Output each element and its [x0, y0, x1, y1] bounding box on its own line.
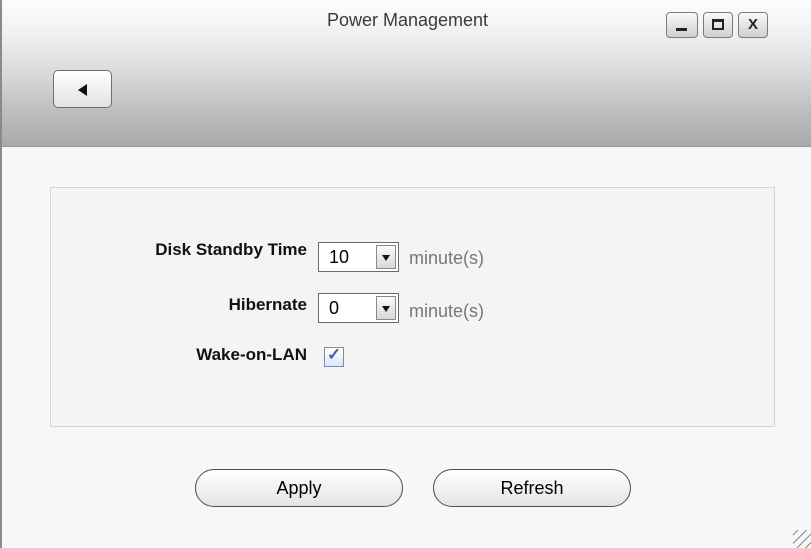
wake-on-lan-checkbox[interactable]: ✓ — [324, 345, 344, 367]
hibernate-unit: minute(s) — [409, 301, 485, 321]
back-button[interactable] — [53, 70, 112, 108]
maximize-button[interactable] — [703, 12, 733, 38]
window-controls: X — [666, 12, 768, 38]
minimize-button[interactable] — [666, 12, 698, 38]
disk-standby-select[interactable]: 10 — [318, 242, 399, 272]
chevron-down-icon[interactable] — [376, 296, 396, 320]
apply-button[interactable]: Apply — [195, 469, 403, 507]
close-icon: X — [747, 16, 758, 33]
close-button[interactable]: X — [738, 12, 768, 38]
maximize-icon — [712, 19, 724, 30]
checkmark-icon: ✓ — [327, 345, 342, 364]
chevron-down-icon[interactable] — [376, 245, 396, 269]
disk-standby-label: Disk Standby Time — [155, 240, 307, 259]
minimize-icon — [676, 28, 687, 31]
hibernate-value: 0 — [329, 298, 340, 318]
disk-standby-unit: minute(s) — [409, 248, 485, 268]
disk-standby-value: 10 — [329, 247, 350, 267]
resize-grip-icon[interactable] — [793, 530, 811, 548]
hibernate-label: Hibernate — [228, 295, 307, 314]
wake-on-lan-label: Wake-on-LAN — [196, 345, 307, 364]
hibernate-select[interactable]: 0 — [318, 293, 399, 323]
refresh-button[interactable]: Refresh — [433, 469, 631, 507]
titlebar: Power Management X — [2, 0, 811, 147]
power-management-window: Power Management X Disk Standby Time 10 … — [0, 0, 811, 548]
left-arrow-icon — [78, 84, 87, 96]
settings-panel: Disk Standby Time 10 minute(s) Hibernate… — [50, 187, 775, 427]
